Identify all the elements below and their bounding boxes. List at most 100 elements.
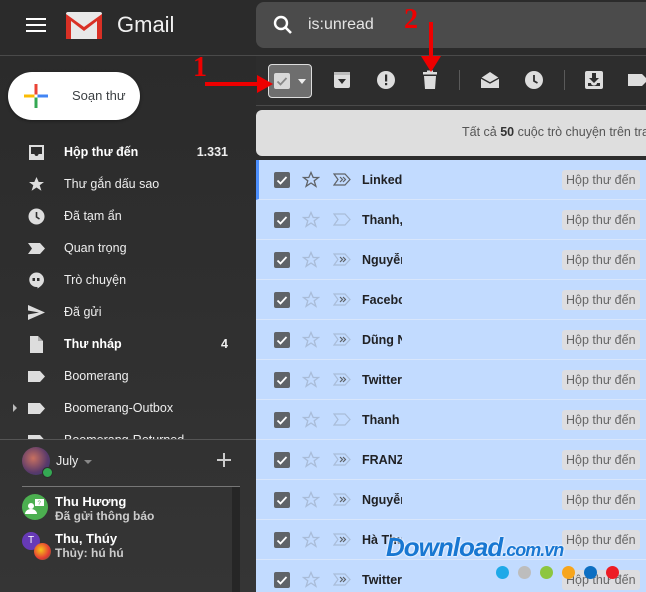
sidebar-item-boomerang-returned[interactable]: Boomerang-Returned: [0, 424, 256, 440]
email-sender: Linked: [362, 173, 402, 187]
annotation-arrow-right-icon: [205, 75, 273, 93]
label-icon[interactable]: [628, 70, 646, 90]
group-avatar-secondary: [34, 543, 51, 560]
email-row[interactable]: Linked Hộp thư đến: [256, 160, 646, 200]
gmail-logo-icon[interactable]: [66, 12, 102, 39]
row-checkbox[interactable]: [274, 492, 290, 508]
important-marker-icon[interactable]: [333, 413, 351, 426]
star-icon[interactable]: [302, 291, 320, 309]
important-marker-icon[interactable]: [333, 573, 351, 586]
toolbar-divider: [459, 70, 460, 90]
row-checkbox[interactable]: [274, 292, 290, 308]
row-checkbox[interactable]: [274, 252, 290, 268]
row-checkbox[interactable]: [274, 452, 290, 468]
draft-icon: [30, 336, 43, 353]
row-checkbox[interactable]: [274, 372, 290, 388]
email-row[interactable]: Nguyễn Hộp thư đến: [256, 480, 646, 520]
star-icon[interactable]: [302, 451, 320, 469]
sidebar-item-snoozed[interactable]: Đã tạm ẩn: [0, 200, 256, 232]
sidebar-item-inbox[interactable]: Hộp thư đến 1.331: [0, 136, 256, 168]
sidebar-item-chats[interactable]: Trò chuyện: [0, 264, 256, 296]
checkmark-icon: [276, 176, 288, 185]
important-marker-icon[interactable]: [333, 253, 351, 266]
checkmark-icon: [276, 416, 288, 425]
select-dropdown-icon[interactable]: [298, 79, 306, 84]
compose-button[interactable]: Soạn thư: [8, 72, 140, 120]
sidebar-item-sent[interactable]: Đã gửi: [0, 296, 256, 328]
email-sender: Thanh: [362, 413, 400, 427]
row-checkbox[interactable]: [274, 172, 290, 188]
important-marker-icon[interactable]: [333, 173, 351, 186]
star-icon[interactable]: [302, 371, 320, 389]
star-icon: [29, 177, 44, 191]
sidebar-item-starred[interactable]: Thư gắn dấu sao: [0, 168, 256, 200]
sidebar-item-boomerang[interactable]: Boomerang: [0, 360, 256, 392]
email-label-badge: Hộp thư đến: [562, 370, 640, 390]
email-row[interactable]: Nguyễn Hộp thư đến: [256, 240, 646, 280]
email-sender: Twitter: [362, 373, 402, 387]
mark-as-read-icon[interactable]: [480, 70, 500, 90]
sidebar-item-important[interactable]: Quan trọng: [0, 232, 256, 264]
watermark-dot: [606, 566, 619, 579]
star-icon[interactable]: [302, 171, 320, 189]
chat-item[interactable]: ? Thu Hương Đã gửi thông báo: [22, 494, 232, 530]
chat-name: Thu Hương: [55, 494, 127, 509]
clock-icon: [28, 208, 45, 225]
compose-label: Soạn thư: [72, 88, 126, 103]
important-marker-icon[interactable]: [333, 293, 351, 306]
main-menu-button[interactable]: [24, 14, 48, 38]
row-checkbox[interactable]: [274, 412, 290, 428]
chat-item[interactable]: T Thu, Thúy Thủy: hú hú: [22, 531, 232, 567]
report-spam-icon[interactable]: [376, 70, 396, 90]
chat-scrollbar[interactable]: [232, 487, 240, 592]
star-icon[interactable]: [302, 251, 320, 269]
checkmark-icon: [276, 296, 288, 305]
important-marker-icon[interactable]: [333, 533, 351, 546]
email-row[interactable]: FRANZ Hộp thư đến: [256, 440, 646, 480]
snooze-icon[interactable]: [524, 70, 544, 90]
email-row[interactable]: Dũng N Hộp thư đến: [256, 320, 646, 360]
new-conversation-button[interactable]: [216, 452, 232, 468]
email-sender: Twitter: [362, 573, 402, 587]
email-row[interactable]: Thanh, Hộp thư đến: [256, 200, 646, 240]
checkmark-icon: [276, 256, 288, 265]
checkmark-icon: [276, 336, 288, 345]
email-row[interactable]: Twitter Hộp thư đến: [256, 360, 646, 400]
move-to-inbox-icon[interactable]: [584, 70, 604, 90]
row-checkbox[interactable]: [274, 332, 290, 348]
email-label-badge: Hộp thư đến: [562, 210, 640, 230]
star-icon[interactable]: [302, 571, 320, 589]
row-checkbox[interactable]: [274, 212, 290, 228]
email-sender: Facebc: [362, 293, 402, 307]
star-icon[interactable]: [302, 491, 320, 509]
chat-name: Thu, Thúy: [55, 531, 118, 546]
important-marker-icon[interactable]: [333, 213, 351, 226]
archive-icon[interactable]: [332, 70, 352, 90]
email-row[interactable]: Facebc Hộp thư đến: [256, 280, 646, 320]
important-marker-icon[interactable]: [333, 333, 351, 346]
row-checkbox[interactable]: [274, 572, 290, 588]
important-marker-icon[interactable]: [333, 373, 351, 386]
search-input[interactable]: [308, 12, 638, 38]
email-list: Linked Hộp thư đến Thanh, Hộp thư đến Ng…: [256, 160, 646, 592]
important-marker-icon[interactable]: [333, 453, 351, 466]
watermark-dot: [562, 566, 575, 579]
row-checkbox[interactable]: [274, 532, 290, 548]
watermark-dot: [518, 566, 531, 579]
star-icon[interactable]: [302, 531, 320, 549]
expand-caret-icon[interactable]: [13, 404, 17, 412]
email-row[interactable]: Thanh Hộp thư đến: [256, 400, 646, 440]
chevron-down-icon[interactable]: [84, 460, 92, 464]
search-bar[interactable]: [256, 2, 646, 48]
email-sender: FRANZ: [362, 453, 402, 467]
star-icon[interactable]: [302, 411, 320, 429]
checkmark-icon: [276, 536, 288, 545]
search-icon[interactable]: [272, 14, 294, 36]
star-icon[interactable]: [302, 211, 320, 229]
important-marker-icon[interactable]: [333, 493, 351, 506]
selection-banner-text: Tất cả 50 cuộc trò chuyện trên trang: [462, 125, 646, 139]
contact-avatar-icon: ?: [22, 494, 48, 520]
star-icon[interactable]: [302, 331, 320, 349]
sidebar-item-drafts[interactable]: Thư nháp 4: [0, 328, 256, 360]
sidebar-item-boomerang-outbox[interactable]: Boomerang-Outbox: [0, 392, 256, 424]
